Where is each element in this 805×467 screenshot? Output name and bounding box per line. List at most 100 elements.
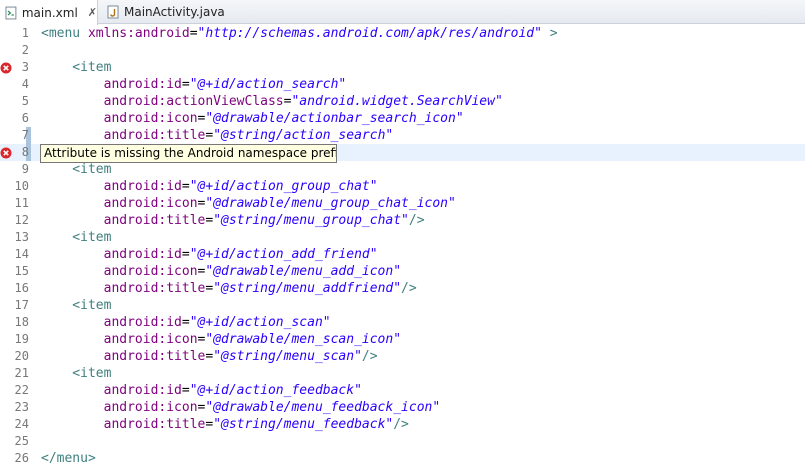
code-token: <item bbox=[41, 162, 112, 177]
code-text: android:title="@string/menu_scan"/> bbox=[41, 348, 378, 365]
code-line[interactable]: 1 <menu xmlns:android="http://schemas.and… bbox=[0, 25, 805, 42]
code-line[interactable]: 13 <item bbox=[0, 229, 805, 246]
code-token: "@+id/action_group_chat" bbox=[189, 179, 378, 194]
code-token: android:title bbox=[41, 213, 206, 228]
code-token: android:id bbox=[41, 179, 182, 194]
line-number: 17 bbox=[14, 298, 29, 312]
line-number: 22 bbox=[14, 383, 29, 397]
code-text: android:id="@+id/action_group_chat" bbox=[41, 178, 378, 195]
code-token: "@drawable/menu_add_icon" bbox=[205, 264, 402, 279]
code-text: android:actionViewClass="android.widget.… bbox=[41, 93, 503, 110]
close-tab-icon[interactable]: ✗ bbox=[88, 6, 97, 20]
line-number: 13 bbox=[14, 230, 29, 244]
code-token: "@drawable/menu_feedback_icon" bbox=[205, 400, 441, 415]
code-line[interactable]: 11 android:icon="@drawable/menu_group_ch… bbox=[0, 195, 805, 212]
code-line[interactable]: 14 android:id="@+id/action_add_friend" bbox=[0, 246, 805, 263]
code-token: android:icon bbox=[41, 332, 198, 347]
line-number: 12 bbox=[14, 213, 29, 227]
error-tooltip: Attribute is missing the Android namespa… bbox=[40, 144, 337, 163]
code-token: "@+id/action_feedback" bbox=[189, 383, 362, 398]
code-line[interactable]: 19 android:icon="@drawable/men_scan_icon… bbox=[0, 331, 805, 348]
code-token: <item bbox=[41, 298, 112, 313]
code-token: android:icon bbox=[41, 196, 198, 211]
code-line[interactable]: 15 android:icon="@drawable/menu_add_icon… bbox=[0, 263, 805, 280]
code-token: xmlns:android bbox=[87, 26, 190, 41]
code-line[interactable]: 22 android:id="@+id/action_feedback" bbox=[0, 382, 805, 399]
code-token: "@string/menu_group_chat" bbox=[213, 213, 409, 228]
code-token: > bbox=[541, 26, 558, 41]
code-text: android:id="@+id/action_scan" bbox=[41, 314, 331, 331]
code-line[interactable]: 2 bbox=[0, 42, 805, 59]
code-token: <menu bbox=[41, 26, 88, 41]
tab-main-xml[interactable]: main.xml ✗ bbox=[0, 0, 98, 25]
java-file-icon bbox=[107, 5, 119, 19]
code-line[interactable]: 12 android:title="@string/menu_group_cha… bbox=[0, 212, 805, 229]
code-line[interactable]: 25 bbox=[0, 433, 805, 450]
line-number: 19 bbox=[14, 332, 29, 346]
code-text: android:id="@+id/action_search" bbox=[41, 76, 347, 93]
code-token: = bbox=[189, 26, 198, 41]
code-text: android:icon="@drawable/actionbar_search… bbox=[41, 110, 464, 127]
code-token: /> bbox=[408, 213, 425, 228]
code-text: android:title="@string/action_search" bbox=[41, 127, 394, 144]
code-line[interactable]: 7 android:title="@string/action_search" bbox=[0, 127, 805, 144]
code-text: android:title="@string/menu_group_chat"/… bbox=[41, 212, 425, 229]
code-line[interactable]: 26 </menu> bbox=[0, 450, 805, 467]
line-number: 21 bbox=[14, 366, 29, 380]
code-token: = bbox=[181, 77, 190, 92]
line-number: 11 bbox=[14, 196, 29, 210]
code-token: </menu> bbox=[41, 451, 96, 466]
line-number: 20 bbox=[14, 349, 29, 363]
line-number: 26 bbox=[14, 451, 29, 465]
xml-code-editor[interactable]: 1 <menu xmlns:android="http://schemas.and… bbox=[0, 25, 805, 467]
code-token: "@string/action_search" bbox=[213, 128, 394, 143]
code-line[interactable]: 20 android:title="@string/menu_scan"/> bbox=[0, 348, 805, 365]
line-number: 23 bbox=[14, 400, 29, 414]
code-text: android:icon="@drawable/menu_add_icon" bbox=[41, 263, 401, 280]
tab-label: MainActivity.java bbox=[124, 5, 225, 19]
code-line[interactable]: 16 android:title="@string/menu_addfriend… bbox=[0, 280, 805, 297]
code-token: android:title bbox=[41, 417, 206, 432]
code-line[interactable]: 10 android:id="@+id/action_group_chat" bbox=[0, 178, 805, 195]
line-number: 3 bbox=[21, 60, 29, 74]
code-line[interactable]: 23 android:icon="@drawable/menu_feedback… bbox=[0, 399, 805, 416]
line-number: 8 bbox=[21, 145, 29, 159]
code-token: "android.widget.SearchView" bbox=[291, 94, 503, 109]
code-text: <menu xmlns:android="http://schemas.andr… bbox=[41, 25, 558, 42]
code-token: android:id bbox=[41, 77, 182, 92]
code-line[interactable]: 17 <item bbox=[0, 297, 805, 314]
code-text: android:title="@string/menu_addfriend"/> bbox=[41, 280, 417, 297]
tab-label: main.xml bbox=[21, 5, 78, 20]
line-number: 7 bbox=[21, 128, 29, 142]
code-token: android:title bbox=[41, 281, 206, 296]
code-text: <item bbox=[41, 59, 111, 76]
code-line[interactable]: 18 android:id="@+id/action_scan" bbox=[0, 314, 805, 331]
code-text: android:id="@+id/action_add_friend" bbox=[41, 246, 378, 263]
code-text: android:icon="@drawable/men_scan_icon" bbox=[41, 331, 401, 348]
code-token: "@string/menu_addfriend" bbox=[213, 281, 402, 296]
code-line[interactable]: 4 android:id="@+id/action_search" bbox=[0, 76, 805, 93]
code-token: /> bbox=[401, 281, 417, 296]
code-token: "@drawable/menu_group_chat_icon" bbox=[205, 196, 456, 211]
line-number: 6 bbox=[21, 111, 29, 125]
line-number: 9 bbox=[21, 162, 29, 176]
code-token: "http://schemas.android.com/apk/res/andr… bbox=[197, 26, 542, 41]
code-line[interactable]: 5 android:actionViewClass="android.widge… bbox=[0, 93, 805, 110]
code-text: <item bbox=[41, 161, 111, 178]
code-token: "@+id/action_search" bbox=[189, 77, 347, 92]
code-line[interactable]: 3 <item bbox=[0, 59, 805, 76]
code-text: <item bbox=[41, 229, 111, 246]
code-line[interactable]: 9 <item bbox=[0, 161, 805, 178]
code-token: /> bbox=[393, 417, 409, 432]
tab-main-activity-java[interactable]: MainActivity.java bbox=[102, 0, 232, 24]
code-line[interactable]: 6 android:icon="@drawable/actionbar_sear… bbox=[0, 110, 805, 127]
code-line[interactable]: 24 android:title="@string/menu_feedback"… bbox=[0, 416, 805, 433]
code-line[interactable]: 21 <item bbox=[0, 365, 805, 382]
code-text: <item bbox=[41, 365, 111, 382]
line-number: 24 bbox=[14, 417, 29, 431]
editor-tab-bar: main.xml ✗ MainActivity.java bbox=[0, 0, 805, 25]
code-token: android:id bbox=[41, 247, 182, 262]
code-token: android:actionViewClass bbox=[41, 94, 284, 109]
code-text: android:id="@+id/action_feedback" bbox=[41, 382, 362, 399]
code-token: android:icon bbox=[41, 111, 198, 126]
